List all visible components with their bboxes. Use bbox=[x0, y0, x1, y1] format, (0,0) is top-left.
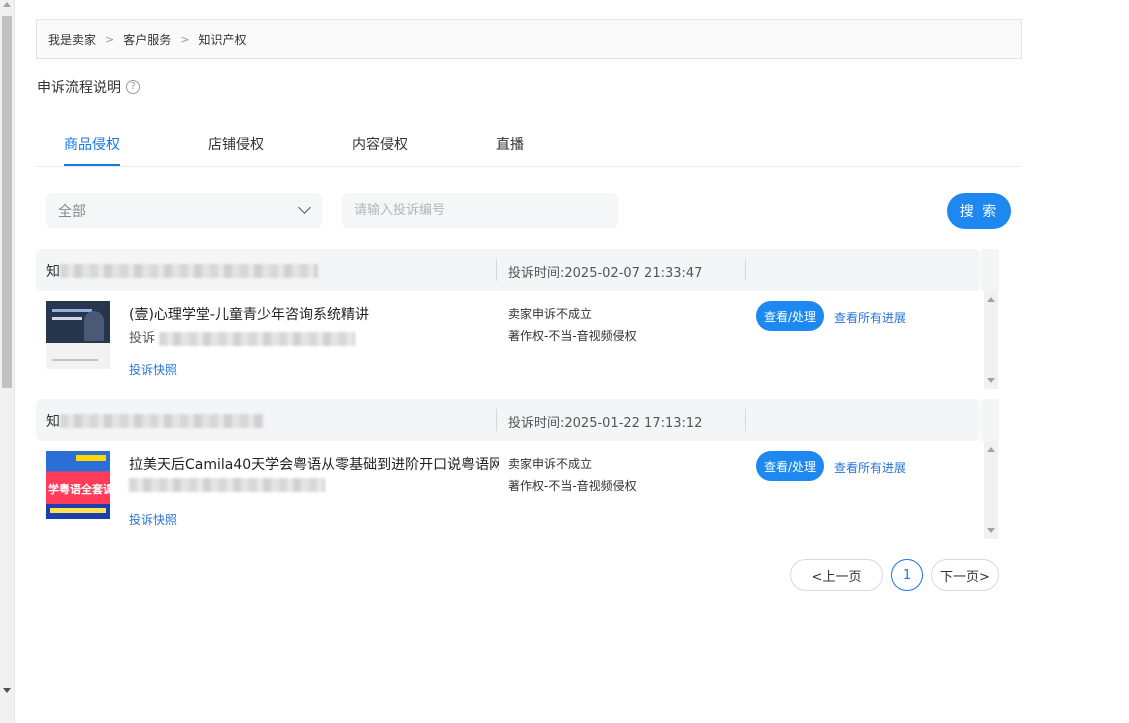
next-page-button[interactable]: 下一页> bbox=[931, 559, 999, 591]
complaint-number: 知 bbox=[46, 261, 318, 281]
complaint-reason: 著作权-不当-音视频侵权 bbox=[508, 329, 637, 343]
product-thumbnail[interactable]: 学粤语全套课 bbox=[46, 451, 110, 519]
status-select[interactable]: 全部 bbox=[46, 193, 322, 228]
thumbnail-caption: 学粤语全套课 bbox=[48, 483, 110, 496]
divider bbox=[496, 409, 497, 431]
header-scroll-gutter bbox=[981, 249, 999, 291]
appeal-process-info[interactable]: 申诉流程说明 ? bbox=[37, 77, 140, 97]
complaint-item: (壹)心理学堂-儿童青少年咨询系统精讲 投诉 投诉快照 卖家申诉不成立 著作权-… bbox=[36, 291, 998, 389]
scroll-down-arrow-icon[interactable] bbox=[987, 528, 995, 533]
complaint-subtitle: 投诉 bbox=[129, 327, 356, 346]
complaint-header: 知 投诉时间:2025-02-07 21:33:47 bbox=[36, 249, 980, 291]
view-handle-button[interactable]: 查看/处理 bbox=[756, 301, 824, 331]
breadcrumb-item-ip: 知识产权 bbox=[198, 32, 247, 47]
breadcrumb: 我是卖家 > 客户服务 > 知识产权 bbox=[36, 19, 1022, 59]
header-scroll-gutter bbox=[981, 399, 999, 441]
item-scrollbar[interactable] bbox=[984, 291, 998, 389]
complaint-item: 学粤语全套课 拉美天后Camila40天学会粤语从零基础到进阶开口说粤语网课 投… bbox=[36, 441, 998, 539]
complaint-subtitle bbox=[129, 477, 325, 492]
complaint-time: 投诉时间:2025-01-22 17:13:12 bbox=[508, 416, 703, 431]
complaint-header: 知 投诉时间:2025-01-22 17:13:12 bbox=[36, 399, 980, 441]
product-thumbnail[interactable] bbox=[46, 301, 110, 369]
subtitle-prefix: 投诉 bbox=[129, 331, 156, 346]
scroll-up-arrow-icon[interactable] bbox=[987, 297, 995, 302]
scroll-down-arrow-icon[interactable] bbox=[3, 688, 11, 693]
breadcrumb-separator: > bbox=[105, 32, 115, 46]
complaint-reason: 著作权-不当-音视频侵权 bbox=[508, 479, 637, 493]
product-title[interactable]: (壹)心理学堂-儿童青少年咨询系统精讲 bbox=[129, 304, 499, 324]
tab-shop-infringement[interactable]: 店铺侵权 bbox=[208, 134, 264, 164]
chevron-down-icon bbox=[298, 201, 311, 214]
divider bbox=[496, 259, 497, 281]
complaint-number-prefix: 知 bbox=[46, 264, 60, 280]
page-scrollbar[interactable] bbox=[0, 0, 15, 723]
view-all-progress-link[interactable]: 查看所有进展 bbox=[834, 459, 906, 476]
scroll-down-arrow-icon[interactable] bbox=[987, 378, 995, 383]
scroll-thumb[interactable] bbox=[2, 16, 12, 388]
help-circle-icon[interactable]: ? bbox=[126, 80, 140, 94]
scroll-up-arrow-icon[interactable] bbox=[987, 447, 995, 452]
appeal-process-label: 申诉流程说明 bbox=[37, 80, 121, 96]
redacted-text bbox=[60, 264, 318, 278]
complaint-number-input[interactable] bbox=[342, 193, 618, 228]
status-select-value: 全部 bbox=[58, 203, 86, 220]
complaint-status: 卖家申诉不成立 bbox=[508, 457, 593, 471]
item-scrollbar[interactable] bbox=[984, 441, 998, 539]
redacted-text bbox=[60, 414, 264, 428]
complaint-time: 投诉时间:2025-02-07 21:33:47 bbox=[508, 266, 703, 281]
view-all-progress-link[interactable]: 查看所有进展 bbox=[834, 309, 906, 326]
divider bbox=[745, 409, 746, 431]
scroll-up-arrow-icon[interactable] bbox=[3, 2, 11, 7]
search-button[interactable]: 搜 索 bbox=[947, 193, 1011, 229]
tab-content-infringement[interactable]: 内容侵权 bbox=[352, 134, 408, 164]
breadcrumb-item-customer-service[interactable]: 客户服务 bbox=[123, 31, 171, 48]
complaint-number-prefix: 知 bbox=[46, 414, 60, 430]
divider bbox=[745, 259, 746, 281]
product-title[interactable]: 拉美天后Camila40天学会粤语从零基础到进阶开口说粤语网课 bbox=[129, 454, 499, 474]
tab-live[interactable]: 直播 bbox=[496, 134, 524, 164]
tab-bar: 商品侵权 店铺侵权 内容侵权 直播 bbox=[36, 125, 1021, 167]
complaint-number: 知 bbox=[46, 411, 264, 431]
breadcrumb-item-seller[interactable]: 我是卖家 bbox=[48, 31, 96, 48]
complaint-snapshot-link[interactable]: 投诉快照 bbox=[129, 361, 177, 378]
complaint-status: 卖家申诉不成立 bbox=[508, 307, 593, 321]
tab-product-infringement[interactable]: 商品侵权 bbox=[64, 134, 120, 166]
redacted-text bbox=[159, 331, 356, 346]
breadcrumb-separator: > bbox=[180, 32, 190, 46]
complaint-snapshot-link[interactable]: 投诉快照 bbox=[129, 511, 177, 528]
view-handle-button[interactable]: 查看/处理 bbox=[756, 451, 824, 481]
redacted-text bbox=[129, 477, 325, 492]
page-number-current[interactable]: 1 bbox=[891, 559, 923, 591]
prev-page-button[interactable]: <上一页 bbox=[790, 559, 883, 591]
